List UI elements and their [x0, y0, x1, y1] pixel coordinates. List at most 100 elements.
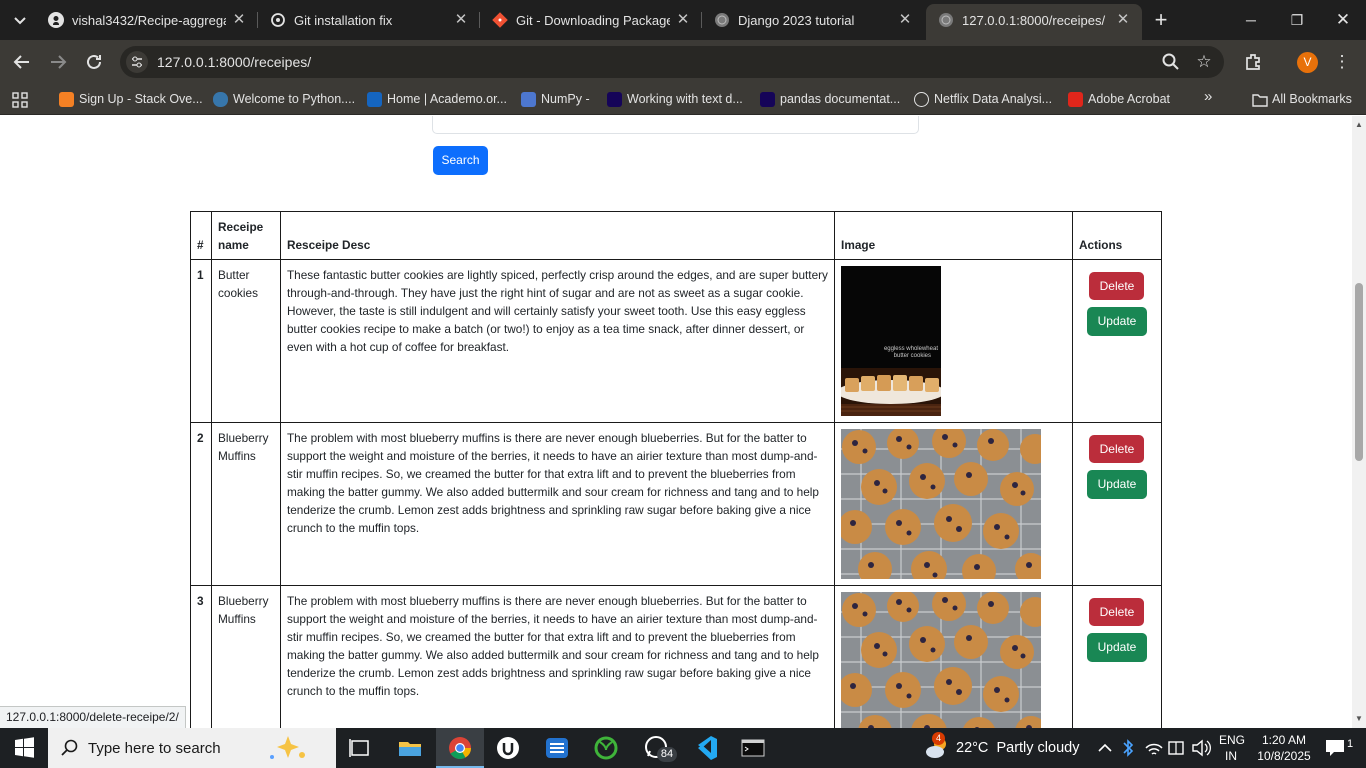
- vs-installer-app[interactable]: [533, 728, 581, 768]
- bookmark-academo[interactable]: Home | Academo.or...: [367, 90, 512, 110]
- scroll-up-arrow-icon[interactable]: ▲: [1354, 120, 1364, 129]
- show-hidden-icons-button[interactable]: [1096, 728, 1114, 768]
- whatsapp-app[interactable]: 84: [632, 728, 680, 768]
- task-view-button[interactable]: [336, 728, 384, 768]
- acrobat-icon: [1068, 92, 1083, 107]
- bookmark-stackoverflow[interactable]: Sign Up - Stack Ove...: [59, 90, 204, 110]
- blueberry-muffins-image: [841, 592, 1042, 728]
- close-tab-icon[interactable]: ✕: [230, 11, 248, 29]
- bookmark-adobe[interactable]: Adobe Acrobat: [1068, 90, 1188, 110]
- new-tab-button[interactable]: +: [1150, 9, 1172, 31]
- ubisoft-app[interactable]: [484, 728, 532, 768]
- more-menu-icon[interactable]: ⋮: [1330, 50, 1354, 74]
- zoom-icon[interactable]: [1159, 50, 1183, 74]
- row-number: 1: [190, 259, 212, 423]
- python-icon: [213, 92, 228, 107]
- tab-github[interactable]: vishal3432/Recipe-aggregat ✕: [36, 0, 258, 40]
- weather-widget[interactable]: 4 22°C Partly cloudy: [922, 728, 1082, 768]
- search-highlight-icon: [270, 736, 305, 759]
- delete-button[interactable]: Delete: [1089, 598, 1145, 626]
- table-row: 1 Butter cookies These fantastic butter …: [190, 259, 1163, 423]
- bookmark-netflix[interactable]: Netflix Data Analysi...: [914, 90, 1059, 110]
- terminal-app[interactable]: [729, 728, 777, 768]
- pandas-icon: [607, 92, 622, 107]
- network-icon[interactable]: [1166, 728, 1186, 768]
- delete-button[interactable]: Delete: [1089, 272, 1145, 300]
- notifications-button[interactable]: 1: [1320, 728, 1364, 768]
- browser-toolbar: 127.0.0.1:8000/receipes/ ☆ V ⋮: [0, 40, 1366, 84]
- update-button[interactable]: Update: [1086, 307, 1147, 336]
- clock-date: 10/8/2025: [1257, 749, 1311, 763]
- apps-icon[interactable]: [12, 90, 30, 110]
- close-tab-icon[interactable]: ✕: [1114, 11, 1132, 29]
- wifi-icon[interactable]: [1144, 728, 1164, 768]
- chrome-app[interactable]: [436, 728, 484, 768]
- close-tab-icon[interactable]: ✕: [896, 11, 914, 29]
- site-info-icon[interactable]: [126, 51, 148, 73]
- bookmark-pandas-docs[interactable]: pandas documentat...: [760, 90, 905, 110]
- search-button[interactable]: Search: [433, 146, 488, 175]
- scrollbar-thumb[interactable]: [1355, 283, 1363, 461]
- bookmark-pandas-text[interactable]: Working with text d...: [607, 90, 752, 110]
- restore-button[interactable]: ❐: [1274, 0, 1320, 40]
- close-tab-icon[interactable]: ✕: [452, 11, 470, 29]
- bookmark-numpy[interactable]: NumPy -: [521, 90, 601, 110]
- address-bar[interactable]: 127.0.0.1:8000/receipes/ ☆: [120, 46, 1224, 78]
- ubisoft-icon: [497, 737, 519, 759]
- folder-icon: [1252, 94, 1268, 107]
- update-button[interactable]: Update: [1086, 633, 1147, 662]
- receipe-name: Butter cookies: [210, 259, 281, 423]
- vscode-app[interactable]: [681, 728, 729, 768]
- extensions-icon[interactable]: [1242, 50, 1266, 74]
- bookmark-python[interactable]: Welcome to Python....: [213, 90, 358, 110]
- numpy-icon: [521, 92, 536, 107]
- weather-badge: 4: [932, 732, 945, 745]
- terminal-icon: [741, 739, 765, 757]
- bookmark-star-icon[interactable]: ☆: [1192, 50, 1216, 74]
- more-bookmarks-icon[interactable]: »: [1204, 88, 1220, 108]
- row-number: 2: [190, 422, 212, 586]
- receipe-name: Blueberry Muffins: [210, 422, 281, 586]
- forward-button[interactable]: [46, 50, 70, 74]
- search-icon: [61, 739, 78, 756]
- start-button[interactable]: [0, 728, 48, 768]
- reload-button[interactable]: [82, 50, 106, 74]
- receipes-table: # Receipe name Resceipe Desc Image Actio…: [190, 211, 1163, 728]
- close-window-button[interactable]: ✕: [1320, 0, 1366, 40]
- column-header-desc: Resceipe Desc: [279, 211, 836, 260]
- back-button[interactable]: [10, 50, 34, 74]
- tab-title: vishal3432/Recipe-aggregat: [72, 13, 226, 28]
- delete-button[interactable]: Delete: [1089, 435, 1145, 463]
- xbox-app[interactable]: [582, 728, 630, 768]
- profile-avatar[interactable]: V: [1297, 52, 1318, 73]
- minimize-button[interactable]: ─: [1228, 0, 1274, 40]
- all-bookmarks-button[interactable]: All Bookmarks: [1252, 90, 1364, 110]
- receipe-desc: The problem with most blueberry muffins …: [279, 585, 836, 728]
- windows-taskbar: Type here to search 84 4 22°C Partly clo…: [0, 728, 1366, 768]
- language-indicator[interactable]: ENG IN: [1216, 728, 1246, 768]
- clock[interactable]: 1:20 AM 10/8/2025: [1252, 728, 1316, 768]
- tab-search-button[interactable]: [8, 8, 32, 32]
- bluetooth-icon[interactable]: [1118, 728, 1138, 768]
- link-status-bar: 127.0.0.1:8000/delete-receipe/2/: [0, 706, 186, 728]
- globe-icon: [715, 13, 729, 27]
- close-tab-icon[interactable]: ✕: [674, 11, 692, 29]
- tab-chatgpt[interactable]: Git installation fix ✕: [258, 0, 480, 40]
- chevron-up-icon: [1098, 743, 1112, 752]
- search-input[interactable]: [432, 116, 919, 134]
- column-header-number: #: [190, 211, 212, 260]
- taskbar-search-box[interactable]: Type here to search: [48, 728, 336, 768]
- file-explorer-app[interactable]: [386, 728, 434, 768]
- column-header-actions: Actions: [1071, 211, 1163, 260]
- update-button[interactable]: Update: [1086, 470, 1147, 499]
- page-scrollbar[interactable]: ▲ ▼: [1352, 116, 1366, 728]
- svg-text:butter cookies: butter cookies: [894, 353, 931, 359]
- scroll-down-arrow-icon[interactable]: ▼: [1354, 714, 1364, 723]
- globe-icon: [914, 92, 929, 107]
- arrow-left-icon: [13, 55, 29, 69]
- reload-icon: [87, 54, 101, 69]
- tab-django-tutorial[interactable]: Django 2023 tutorial ✕: [702, 0, 924, 40]
- tab-git-download[interactable]: Git - Downloading Package ✕: [480, 0, 702, 40]
- tab-receipes-active[interactable]: 127.0.0.1:8000/receipes/ ✕: [926, 4, 1142, 40]
- volume-icon[interactable]: [1190, 728, 1212, 768]
